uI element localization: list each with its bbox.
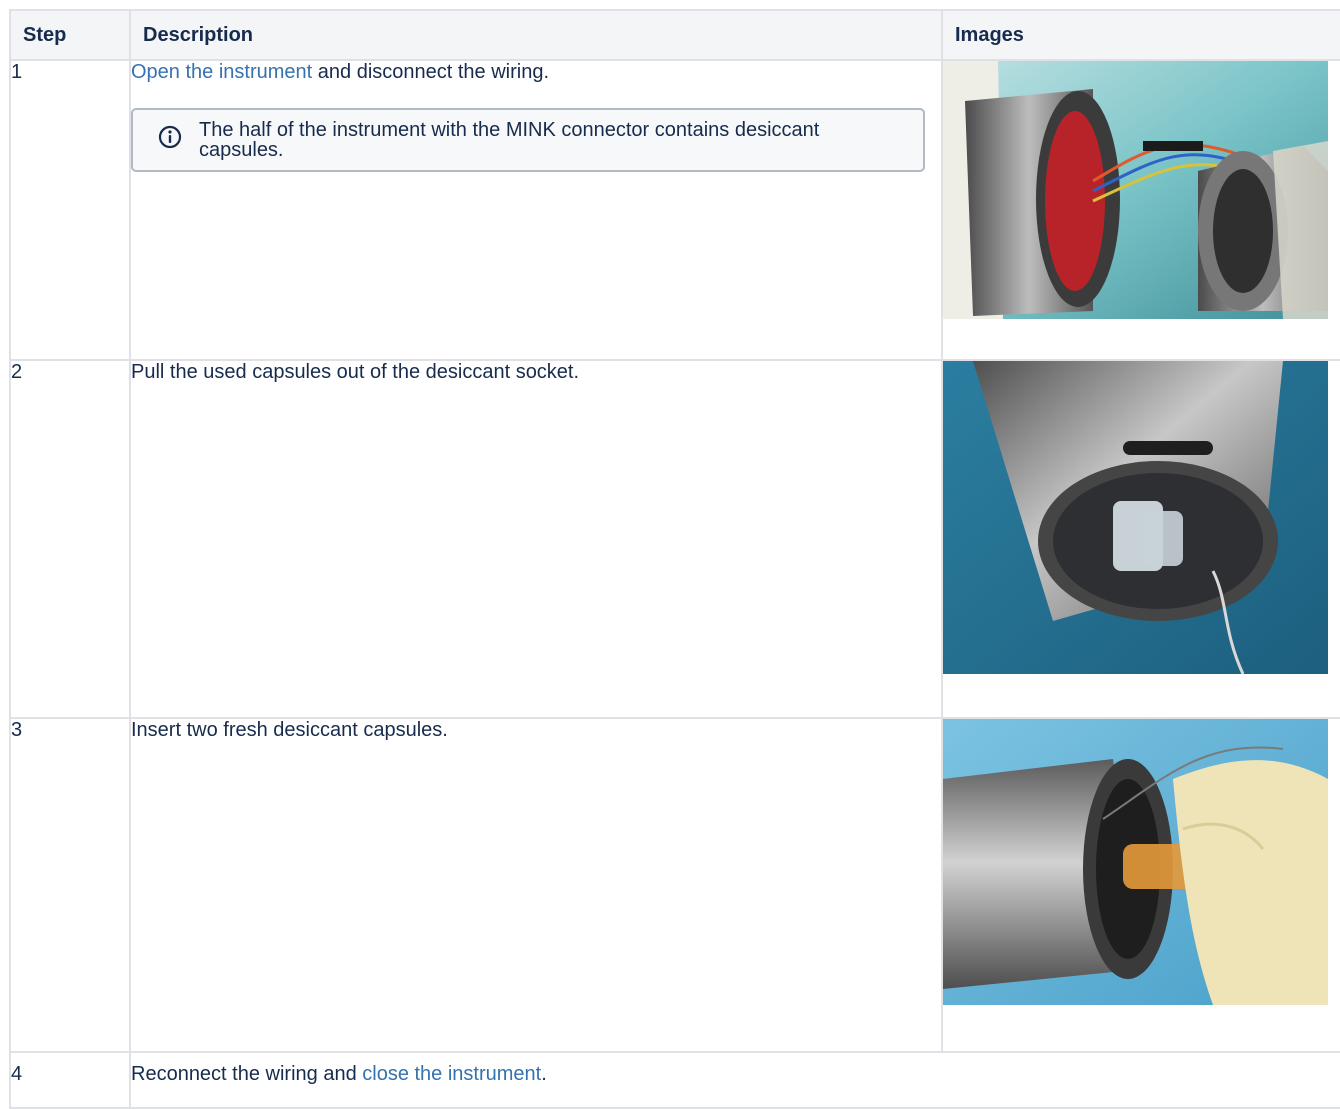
step-description: Pull the used capsules out of the desicc… xyxy=(129,359,943,719)
table-row: 2 Pull the used capsules out of the desi… xyxy=(9,359,1340,719)
step-number: 1 xyxy=(9,59,131,361)
step-text: Reconnect the wiring and xyxy=(131,1063,363,1085)
close-instrument-link[interactable]: close the instrument xyxy=(362,1063,541,1085)
step-image-cell xyxy=(941,59,1340,361)
table-row: 4 Reconnect the wiring and close the ins… xyxy=(9,1051,1340,1109)
column-header-images: Images xyxy=(941,9,1340,61)
step-description: Open the instrument and disconnect the w… xyxy=(129,59,943,361)
procedure-table: Step Description Images 1 Open the instr… xyxy=(9,9,1340,1109)
step-description: Reconnect the wiring and close the instr… xyxy=(129,1051,1340,1109)
open-instrument-link[interactable]: Open the instrument xyxy=(131,61,312,83)
opened-instrument-wiring-photo xyxy=(943,61,1328,319)
column-header-description: Description xyxy=(129,9,943,61)
step-text-end: . xyxy=(541,1063,547,1085)
step-number: 4 xyxy=(9,1051,131,1109)
table-row: 1 Open the instrument and disconnect the… xyxy=(9,59,1340,361)
table-row: 3 Insert two fresh desiccant capsules. xyxy=(9,717,1340,1053)
column-header-step: Step xyxy=(9,9,131,61)
step-number: 2 xyxy=(9,359,131,719)
step-image-cell xyxy=(941,717,1340,1053)
step-image-cell xyxy=(941,359,1340,719)
inserting-capsules-photo xyxy=(943,719,1328,1005)
info-icon xyxy=(158,125,182,149)
table-header-row: Step Description Images xyxy=(9,9,1340,61)
info-panel: The half of the instrument with the MINK… xyxy=(131,108,925,172)
desiccant-socket-photo xyxy=(943,361,1328,674)
info-note-text: The half of the instrument with the MINK… xyxy=(199,119,820,161)
step-description: Insert two fresh desiccant capsules. xyxy=(129,717,943,1053)
step-number: 3 xyxy=(9,717,131,1053)
step-text: and disconnect the wiring. xyxy=(312,61,550,83)
